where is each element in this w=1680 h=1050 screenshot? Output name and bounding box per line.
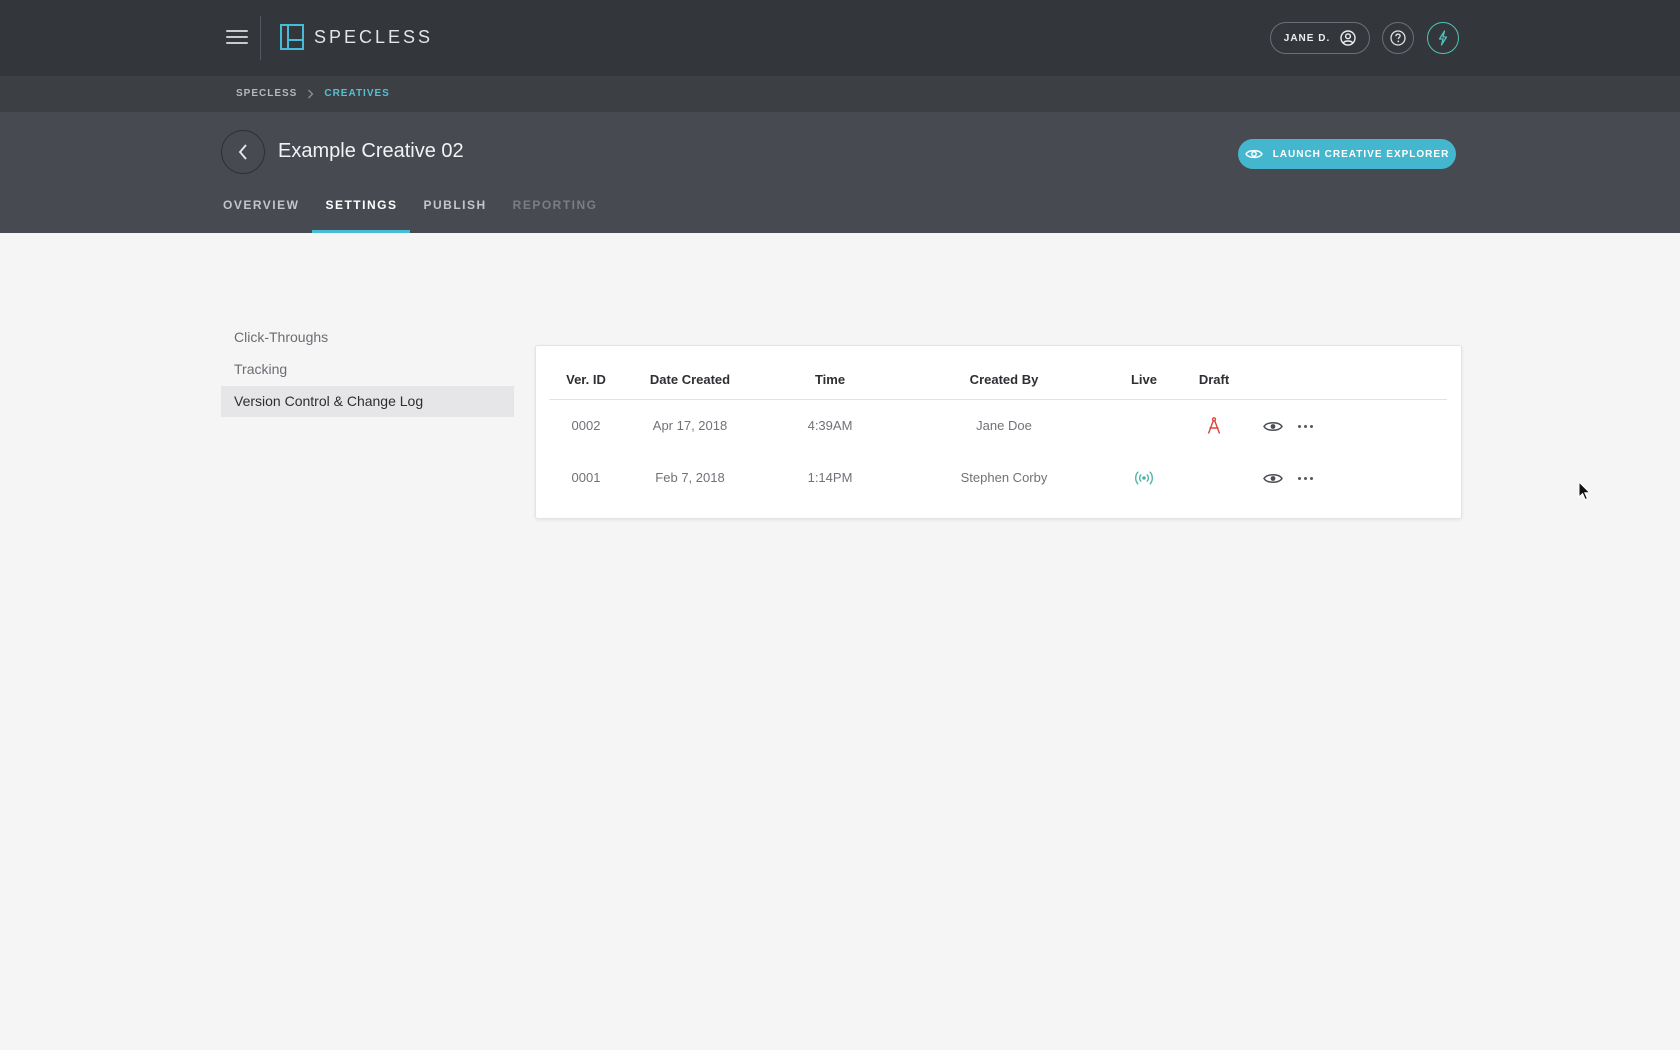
column-header-time: Time — [814, 372, 846, 387]
tab-settings[interactable]: SETTINGS — [312, 192, 411, 233]
breadcrumb-root[interactable]: SPECLESS — [236, 88, 297, 99]
brand-name: SPECLESS — [314, 26, 434, 47]
page-header: Example Creative 02 LAUNCH CREATIVE EXPL… — [0, 112, 1680, 233]
more-horizontal-icon — [1297, 476, 1313, 480]
date-created: Apr 17, 2018 — [652, 418, 728, 433]
version-table-card: Ver. ID Date Created Time Created By Liv… — [536, 346, 1461, 518]
column-header-live: Live — [1130, 372, 1158, 387]
breadcrumb-current[interactable]: CREATIVES — [324, 88, 390, 99]
more-options-button[interactable] — [1293, 414, 1317, 438]
time-created: 1:14PM — [807, 470, 853, 485]
version-id: 0001 — [571, 470, 601, 485]
settings-sidenav: Click-Throughs Tracking Version Control … — [221, 322, 514, 418]
lightning-bolt-icon — [1438, 30, 1448, 46]
view-version-button[interactable] — [1261, 466, 1285, 490]
sidenav-item-click-throughs[interactable]: Click-Throughs — [221, 322, 514, 353]
top-bar: SPECLESS JANE D. — [0, 0, 1680, 76]
question-circle-icon — [1390, 30, 1406, 46]
column-header-created-by: Created By — [969, 372, 1039, 387]
help-button[interactable] — [1382, 22, 1414, 54]
hamburger-menu-icon[interactable] — [226, 27, 248, 47]
user-circle-icon — [1340, 30, 1356, 46]
tab-bar: OVERVIEW SETTINGS PUBLISH REPORTING — [210, 192, 611, 233]
chevron-right-icon — [308, 89, 314, 98]
top-bar-divider — [260, 16, 261, 60]
draft-status — [1202, 414, 1226, 438]
breadcrumb-bar: SPECLESS CREATIVES — [0, 76, 1680, 112]
time-created: 4:39AM — [807, 418, 853, 433]
eye-icon — [1244, 149, 1263, 159]
version-id: 0002 — [571, 418, 601, 433]
table-row: 0002 Apr 17, 2018 4:39AM Jane Doe — [536, 402, 1461, 450]
launch-creative-explorer-label: LAUNCH CREATIVE EXPLORER — [1272, 148, 1450, 160]
created-by: Stephen Corby — [960, 470, 1048, 485]
drafting-compass-icon — [1207, 417, 1221, 434]
tab-publish[interactable]: PUBLISH — [410, 192, 499, 233]
user-menu-button[interactable]: JANE D. — [1270, 22, 1370, 54]
back-button[interactable] — [221, 130, 265, 174]
eye-icon — [1263, 473, 1283, 483]
column-header-date-created: Date Created — [649, 372, 731, 387]
view-version-button[interactable] — [1261, 414, 1285, 438]
tab-overview[interactable]: OVERVIEW — [210, 192, 312, 233]
more-options-button[interactable] — [1293, 466, 1317, 490]
more-horizontal-icon — [1297, 424, 1313, 428]
broadcast-icon — [1135, 471, 1153, 485]
column-header-draft: Draft — [1198, 372, 1230, 387]
mouse-cursor-icon — [1578, 481, 1592, 501]
created-by: Jane Doe — [976, 418, 1032, 433]
notifications-button[interactable] — [1427, 22, 1459, 54]
chevron-left-icon — [238, 144, 247, 160]
user-name: JANE D. — [1283, 32, 1331, 44]
sidenav-item-tracking[interactable]: Tracking — [221, 354, 514, 385]
date-created: Feb 7, 2018 — [655, 470, 725, 485]
live-status — [1132, 466, 1156, 490]
column-header-ver-id: Ver. ID — [566, 372, 606, 387]
sidenav-item-version-control[interactable]: Version Control & Change Log — [221, 386, 514, 417]
table-header: Ver. ID Date Created Time Created By Liv… — [549, 346, 1447, 400]
brand-logo[interactable]: SPECLESS — [280, 24, 433, 50]
logo-mark-icon — [280, 24, 304, 50]
launch-creative-explorer-button[interactable]: LAUNCH CREATIVE EXPLORER — [1238, 139, 1456, 169]
eye-icon — [1263, 421, 1283, 431]
tab-reporting: REPORTING — [512, 198, 598, 212]
table-row: 0001 Feb 7, 2018 1:14PM Stephen Corby — [536, 454, 1461, 502]
page-title: Example Creative 02 — [278, 140, 464, 162]
breadcrumb: SPECLESS CREATIVES — [236, 88, 390, 99]
